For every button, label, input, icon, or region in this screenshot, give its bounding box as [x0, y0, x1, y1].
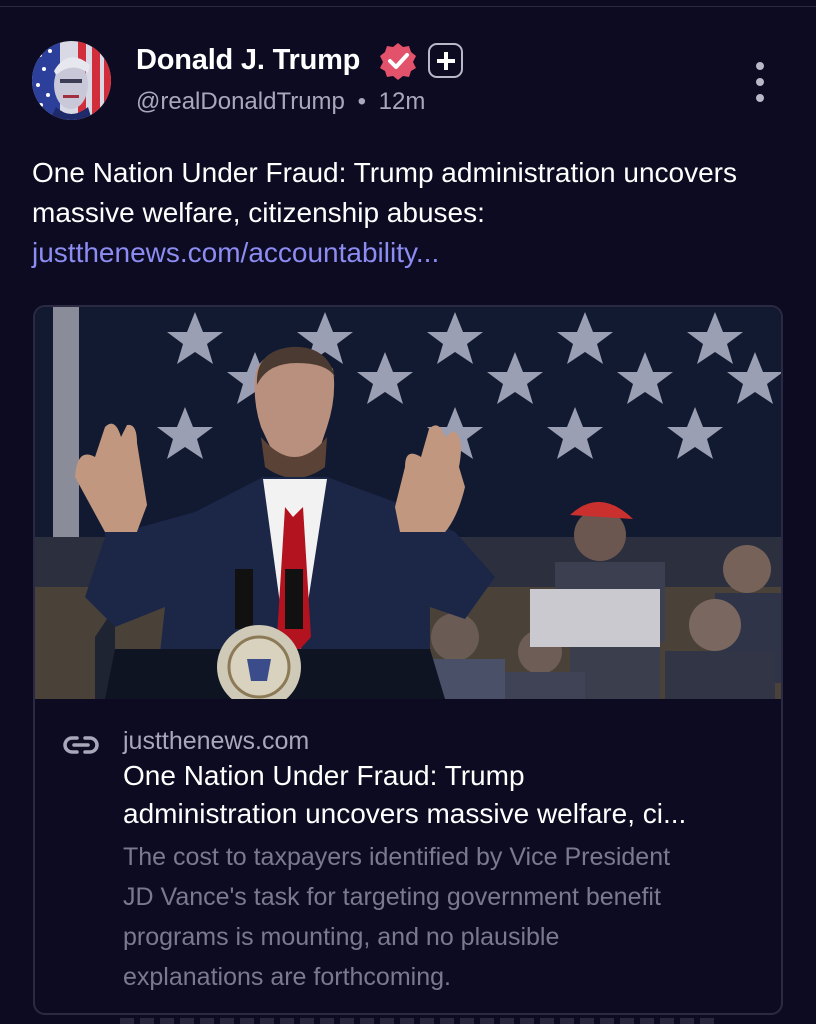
post-link[interactable]: justthenews.com/accountability... [32, 237, 439, 268]
post-text: One Nation Under Fraud: Trump administra… [32, 153, 772, 273]
card-title: One Nation Under Fraud: Trump administra… [123, 757, 763, 833]
card-image [35, 307, 781, 699]
avatar[interactable] [32, 41, 111, 120]
post-body: One Nation Under Fraud: Trump administra… [32, 157, 737, 228]
more-vertical-icon [756, 62, 764, 70]
card-title-line: administration uncovers massive welfare,… [123, 798, 687, 829]
post-time[interactable]: 12m [379, 88, 426, 115]
card-description-line: The cost to taxpayers identified by Vice… [123, 843, 671, 871]
next-post-fragment [120, 1018, 720, 1024]
card-description-line: explanations are forthcoming. [123, 963, 451, 991]
more-options-button[interactable] [748, 62, 772, 102]
card-title-line: One Nation Under Fraud: Trump [123, 760, 525, 791]
link-icon [63, 735, 99, 755]
verified-badge-icon [378, 41, 418, 81]
author-name[interactable]: Donald J. Trump [136, 44, 360, 77]
top-divider [0, 6, 816, 7]
plus-icon [436, 51, 455, 70]
card-description-line: programs is mounting, and no plausible [123, 923, 560, 951]
plus-badge[interactable] [428, 43, 463, 78]
link-preview-card[interactable]: justthenews.com One Nation Under Fraud: … [33, 305, 783, 1015]
author-handle[interactable]: @realDonaldTrump [136, 88, 345, 115]
handle-line: @realDonaldTrump • 12m [136, 88, 425, 116]
card-description-line: JD Vance's task for targeting government… [123, 883, 661, 911]
separator-dot: • [357, 88, 366, 115]
card-domain: justthenews.com [123, 727, 310, 755]
card-description: The cost to taxpayers identified by Vice… [123, 837, 763, 997]
